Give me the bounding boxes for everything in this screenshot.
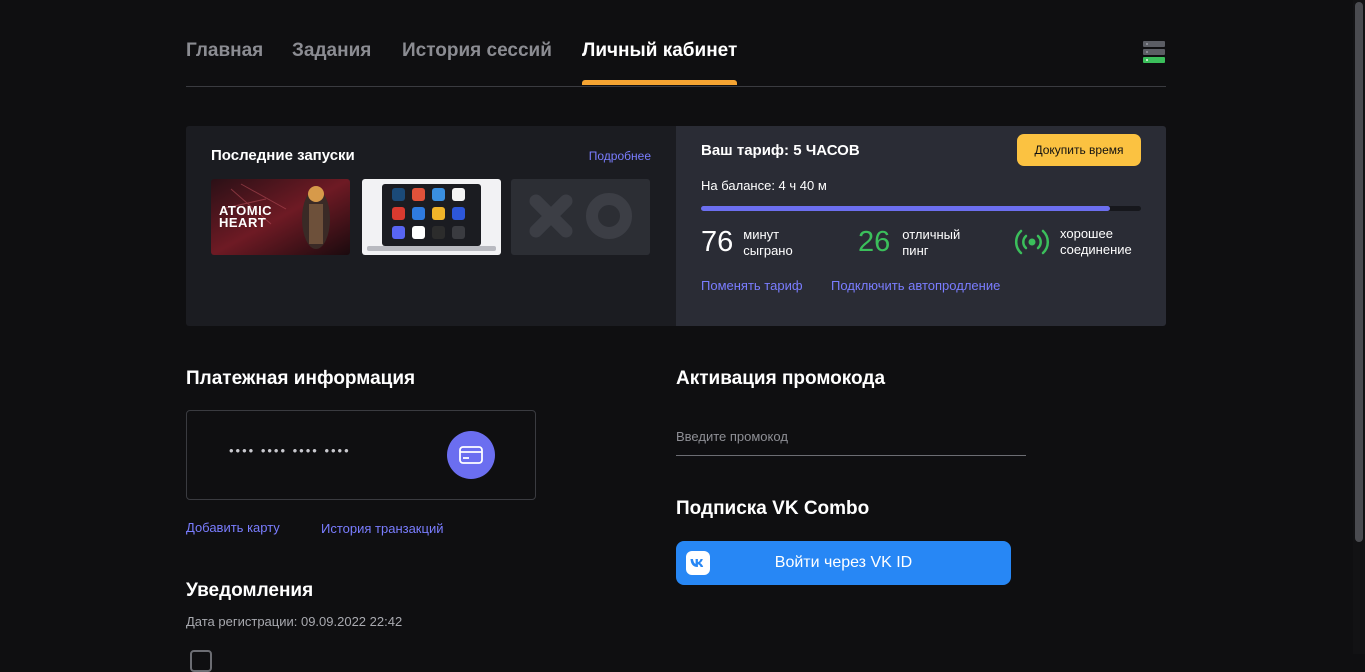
account-summary-card: Последние запуски Подробнее ATOMIC HEART: [186, 126, 1166, 326]
thumbnail-placeholder[interactable]: [511, 179, 650, 255]
add-card-link[interactable]: Добавить карту: [186, 520, 280, 535]
card-button[interactable]: [447, 431, 495, 479]
stat-ping-label: отличный пинг: [902, 226, 961, 258]
promo-code-input[interactable]: [676, 418, 1026, 456]
change-tariff-link[interactable]: Поменять тариф: [701, 278, 803, 293]
stat-ping: 26 отличный пинг: [858, 226, 960, 259]
stat-minutes-played: 76 минут сыграно: [701, 226, 793, 259]
buy-time-button[interactable]: Докупить время: [1017, 134, 1141, 166]
tariff-panel: Ваш тариф: 5 ЧАСОВ Докупить время На бал…: [676, 126, 1166, 326]
tab-home[interactable]: Главная: [186, 40, 263, 62]
stat-minutes-value: 76: [701, 226, 734, 258]
thumbnail-launcher-apps[interactable]: [362, 179, 501, 255]
page-scrollbar[interactable]: [1353, 0, 1365, 654]
vk-id-login-button[interactable]: Войти через VK ID: [676, 541, 1011, 585]
vk-id-login-label: Войти через VK ID: [774, 554, 913, 571]
more-link[interactable]: Подробнее: [589, 149, 651, 163]
top-nav: Главная Задания История сессий Личный ка…: [186, 40, 1166, 87]
stat-ping-value: 26: [858, 226, 891, 258]
credit-card-icon: [459, 446, 483, 464]
registration-date: Дата регистрации: 09.09.2022 22:42: [186, 614, 403, 629]
signal-broadcast-icon: [1014, 229, 1050, 255]
stat-minutes-label: минут сыграно: [743, 226, 793, 258]
saved-card-box: •••• •••• •••• ••••: [186, 410, 536, 500]
notification-checkbox[interactable]: [190, 650, 212, 672]
stat-connection: хорошее соединение: [1014, 226, 1132, 258]
tab-session-history[interactable]: История сессий: [402, 40, 552, 62]
tariff-title: Ваш тариф: 5 ЧАСОВ: [701, 142, 860, 159]
stat-connection-label: хорошее соединение: [1060, 226, 1132, 257]
recent-launches-panel: Последние запуски Подробнее ATOMIC HEART: [186, 126, 676, 326]
balance-progress-bar: [701, 206, 1141, 211]
thumbnail-atomic-heart[interactable]: ATOMIC HEART: [211, 179, 350, 255]
balance-text: На балансе: 4 ч 40 м: [701, 178, 827, 193]
recent-launches-title: Последние запуски: [211, 147, 355, 164]
atomic-heart-caption: ATOMIC HEART: [219, 203, 273, 230]
scrollbar-thumb[interactable]: [1355, 2, 1363, 542]
tab-personal-account[interactable]: Личный кабинет: [582, 40, 738, 85]
payment-info-title: Платежная информация: [186, 368, 416, 389]
tab-tasks[interactable]: Задания: [292, 40, 371, 62]
promo-title: Активация промокода: [676, 368, 886, 389]
autorenew-link[interactable]: Подключить автопродление: [831, 278, 1000, 293]
balance-progress-fill: [701, 206, 1111, 211]
transaction-history-link[interactable]: История транзакций: [321, 521, 443, 536]
notifications-title: Уведомления: [186, 580, 314, 601]
server-status-icon[interactable]: [1143, 41, 1165, 63]
card-number-mask: •••• •••• •••• ••••: [229, 443, 351, 458]
vk-combo-title: Подписка VK Combo: [676, 498, 870, 519]
